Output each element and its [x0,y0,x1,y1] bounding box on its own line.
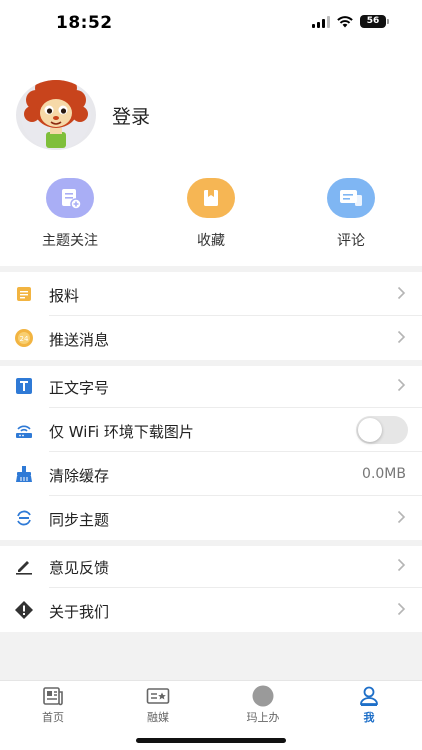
menu-item-feedback[interactable]: 意见反馈 [0,544,422,588]
status-time: 18:52 [56,13,113,33]
person-icon [329,685,409,707]
menu-label: 仅 WiFi 环境下载图片 [49,423,194,441]
toggle-knob [358,418,382,442]
quick-favorites[interactable]: 收藏 [151,178,271,250]
info-diamond-icon [14,600,34,620]
menu-label: 正文字号 [49,379,110,397]
chevron-right-icon [397,330,406,344]
report-note-icon [14,284,34,304]
menu-item-about[interactable]: 关于我们 [0,588,422,632]
wifi-download-icon [14,420,34,440]
wifi-only-toggle[interactable] [356,416,408,444]
battery-icon: 56 [360,15,389,28]
quick-label: 收藏 [197,233,225,249]
tab-mashangban[interactable]: 玛上办 [223,685,303,725]
push-message-icon: 24 [14,328,34,348]
chevron-right-icon [397,510,406,524]
login-label[interactable]: 登录 [112,102,150,129]
quick-actions: 主题关注 收藏 评论 [0,178,422,258]
newspaper-icon [13,685,93,707]
menu-label: 关于我们 [49,603,110,621]
text-size-icon [14,376,34,396]
wifi-icon [337,15,353,27]
tab-label: 我 [363,711,375,724]
svg-text:24: 24 [20,335,29,343]
tab-me[interactable]: 我 [329,685,409,725]
tab-label: 首页 [42,711,64,724]
menu-item-push[interactable]: 24 推送消息 [0,316,422,360]
bottom-spacer [0,632,422,680]
tab-home[interactable]: 首页 [13,685,93,725]
tab-label: 玛上办 [246,711,280,724]
lion-mascot-avatar-icon[interactable] [16,80,96,150]
comment-icon [327,178,375,218]
chevron-right-icon [397,558,406,572]
topic-follow-icon [46,178,94,218]
cache-size-value: 0.0MB [362,466,406,482]
quick-topic-follow[interactable]: 主题关注 [10,178,130,250]
tab-label: 融媒 [147,711,169,724]
chevron-right-icon [397,602,406,616]
home-indicator [136,738,286,743]
menu-label: 清除缓存 [49,467,110,485]
cellular-signal-icon [312,15,330,28]
media-card-icon [118,685,198,707]
profile-header[interactable]: 登录 [16,80,150,150]
menu-label: 同步主题 [49,511,110,529]
status-indicators: 56 [312,15,389,28]
quick-comments[interactable]: 评论 [291,178,411,250]
tab-media[interactable]: 融媒 [118,685,198,725]
chevron-right-icon [397,378,406,392]
chevron-right-icon [397,286,406,300]
favorites-icon [187,178,235,218]
menu-label: 报料 [49,287,80,305]
menu-label: 推送消息 [49,331,110,349]
menu-item-baoliao[interactable]: 报料 [0,272,422,316]
sync-icon [14,508,34,528]
status-bar: 18:52 56 [0,0,422,46]
menu-item-sync-theme[interactable]: 同步主题 [0,496,422,540]
menu-item-wifi-only: 仅 WiFi 环境下载图片 [0,408,422,452]
menu-item-clear-cache[interactable]: 清除缓存 0.0MB [0,452,422,496]
pen-icon [14,556,34,576]
quick-label: 评论 [337,233,365,249]
broom-icon [14,464,34,484]
menu-item-font-size[interactable]: 正文字号 [0,364,422,408]
service-circle-icon [223,685,303,707]
menu-label: 意见反馈 [49,559,110,577]
quick-label: 主题关注 [42,233,98,249]
